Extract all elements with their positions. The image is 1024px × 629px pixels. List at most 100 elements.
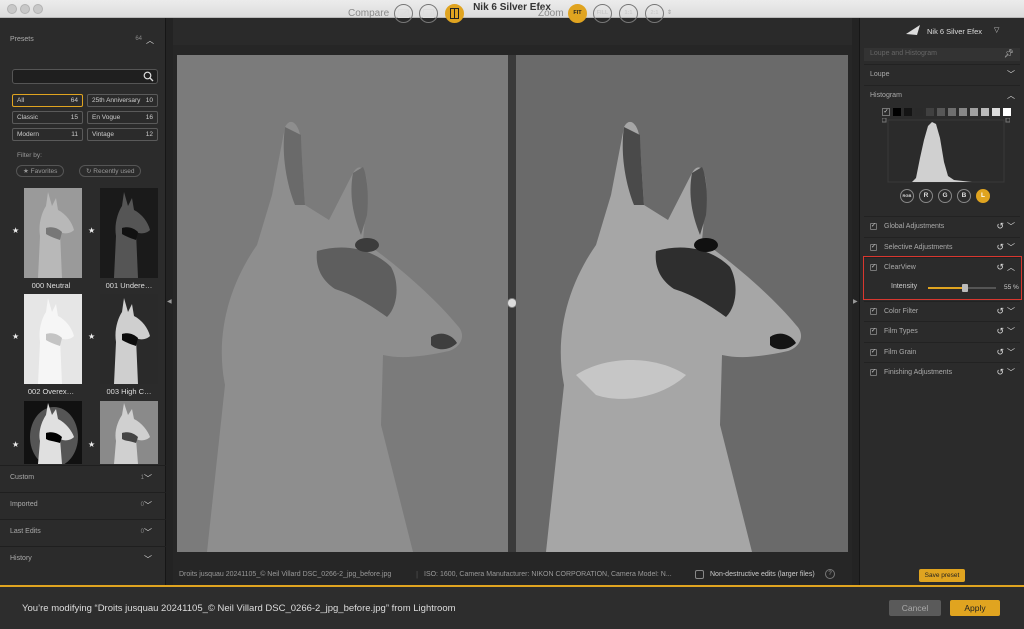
channel-rgb-button[interactable]: RGB [900,189,914,203]
favorite-star-icon[interactable]: ★ [12,226,19,235]
tone-swatch [926,108,934,116]
help-icon[interactable]: ? [825,569,835,579]
section-custom[interactable]: Custom 1 ﹀ [0,465,166,492]
left-panel-collapse-handle[interactable]: ◀ [166,18,173,585]
preset-thumbnail-002[interactable] [24,294,82,384]
channel-b-button[interactable]: B [957,189,971,203]
category-all[interactable]: All 64 [12,94,83,107]
enable-checkbox[interactable]: ✓ [870,308,877,315]
category-count: 11 [71,131,78,138]
histogram-graph [881,117,1011,184]
presets-header[interactable]: Presets 64 ︿ [10,34,156,46]
zoom-stepper-icon[interactable]: ⇕ [667,9,672,16]
cancel-button[interactable]: Cancel [889,600,941,616]
adjustment-label: Global Adjustments [884,223,945,230]
section-history[interactable]: History ﹀ [0,546,166,573]
chevron-down-icon: ﹀ [1007,368,1015,377]
preset-image [100,188,158,278]
enable-checkbox[interactable]: ✓ [870,328,877,335]
reset-icon[interactable]: ↺ [996,242,1004,253]
global-adjustments-section[interactable]: ✓ Global Adjustments ↺ ﹀ [864,216,1020,236]
film-types-section[interactable]: ✓ Film Types ↺ ﹀ [864,321,1020,341]
enable-checkbox[interactable]: ✓ [870,223,877,230]
intensity-label: Intensity [891,283,918,290]
save-preset-button[interactable]: Save preset [919,569,965,582]
color-filter-section[interactable]: ✓ Color Filter ↺ ﹀ [864,301,1020,321]
category-vintage[interactable]: Vintage 12 [87,128,158,141]
section-imported[interactable]: Imported 0 ﹀ [0,492,166,519]
non-destructive-checkbox[interactable] [695,570,704,579]
section-last-edits[interactable]: Last Edits 0 ﹀ [0,519,166,546]
loupe-section[interactable]: Loupe ﹀ [864,64,1020,84]
host-message: You’re modifying “Droits jusquau 2024110… [22,603,456,614]
loupe-histogram-label: Loupe and Histogram [870,50,937,57]
app-window: Nik 6 Silver Efex ◀ Presets 64 ︿ All 64 … [0,0,1024,629]
favorite-star-icon[interactable]: ★ [12,332,19,341]
favorite-star-icon[interactable]: ★ [88,332,95,341]
tone-swatch [948,108,956,116]
finishing-adjustments-section[interactable]: ✓ Finishing Adjustments ↺ ﹀ [864,362,1020,382]
enable-checkbox[interactable]: ✓ [870,349,877,356]
chevron-up-icon: ︿ [1007,91,1015,100]
filter-favorites-button[interactable]: ★ Favorites [16,165,65,177]
preset-thumbnail-004[interactable] [24,401,82,464]
zoom-fit-button[interactable]: FIT [568,4,587,23]
channel-g-button[interactable]: G [938,189,952,203]
category-classic[interactable]: Classic 15 [12,111,83,124]
tone-swatch [937,108,945,116]
zoom-2-1-button[interactable]: 2:1 [645,4,664,23]
favorite-star-icon[interactable]: ★ [12,440,19,449]
preset-name: 002 Overex… [27,387,75,396]
preset-thumbnail-003[interactable] [100,294,158,384]
right-panel-collapse-handle[interactable]: ▶ [852,18,859,585]
side-by-side-icon [450,8,459,19]
preset-search-input[interactable] [12,69,158,84]
compare-split-view-button[interactable] [419,4,438,23]
shadow-clipping-toggle[interactable]: ✓ [882,108,890,116]
intensity-value: 55 % [1004,284,1019,291]
intensity-slider[interactable] [928,284,996,292]
film-grain-section[interactable]: ✓ Film Grain ↺ ﹀ [864,342,1020,362]
reset-icon[interactable]: ↺ [996,367,1004,378]
apply-button[interactable]: Apply [950,600,1000,616]
loupe-histogram-header[interactable]: Loupe and Histogram 📌︎ [864,48,1020,61]
category-modern[interactable]: Modern 11 [12,128,83,141]
before-image[interactable] [177,55,508,552]
compare-side-by-side-button[interactable] [445,4,464,23]
chevron-down-icon: ﹀ [1007,348,1015,357]
clearview-highlight-box [863,256,1022,300]
image-metadata: ISO: 1600, Camera Manufacturer: NIKON CO… [424,571,672,578]
reset-icon[interactable]: ↺ [996,347,1004,358]
zoom-1-1-button[interactable]: 1:1 [619,4,638,23]
filter-recently-used-button[interactable]: ↻ Recently used [79,165,142,177]
enable-checkbox[interactable]: ✓ [870,369,877,376]
preset-thumbnail-001[interactable] [100,188,158,278]
preset-image [100,294,158,384]
pin-icon[interactable]: 📌︎ [1004,49,1014,58]
compare-label: Compare [348,8,390,19]
category-25th-anniversary[interactable]: 25th Anniversary 10 [87,94,158,107]
zoom-fill-button[interactable]: FILL [593,4,612,23]
adjustment-label: Film Grain [884,349,917,356]
category-label: 25th Anniversary [92,97,141,104]
reset-icon[interactable]: ↺ [996,221,1004,232]
category-en-vogue[interactable]: En Vogue 16 [87,111,158,124]
reset-icon[interactable]: ↺ [996,306,1004,317]
chamois-before-image [177,55,508,552]
preset-thumbnail-005[interactable] [100,401,158,464]
enable-checkbox[interactable]: ✓ [870,244,877,251]
channel-r-button[interactable]: R [919,189,933,203]
product-menu-icon[interactable]: ▽ [994,26,999,34]
after-image[interactable] [516,55,848,552]
histogram-section[interactable]: Histogram ︿ [864,85,1020,105]
favorite-star-icon[interactable]: ★ [88,440,95,449]
non-destructive-label: Non-destructive edits (larger files) [710,571,815,578]
selective-adjustments-section[interactable]: ✓ Selective Adjustments ↺ ﹀ [864,237,1020,257]
intensity-slider-knob[interactable] [962,284,969,292]
channel-l-button[interactable]: L [976,189,990,203]
compare-single-view-button[interactable] [394,4,413,23]
favorite-star-icon[interactable]: ★ [88,226,95,235]
reset-icon[interactable]: ↺ [996,326,1004,337]
preview-toolbar [173,18,852,45]
preset-thumbnail-000[interactable] [24,188,82,278]
